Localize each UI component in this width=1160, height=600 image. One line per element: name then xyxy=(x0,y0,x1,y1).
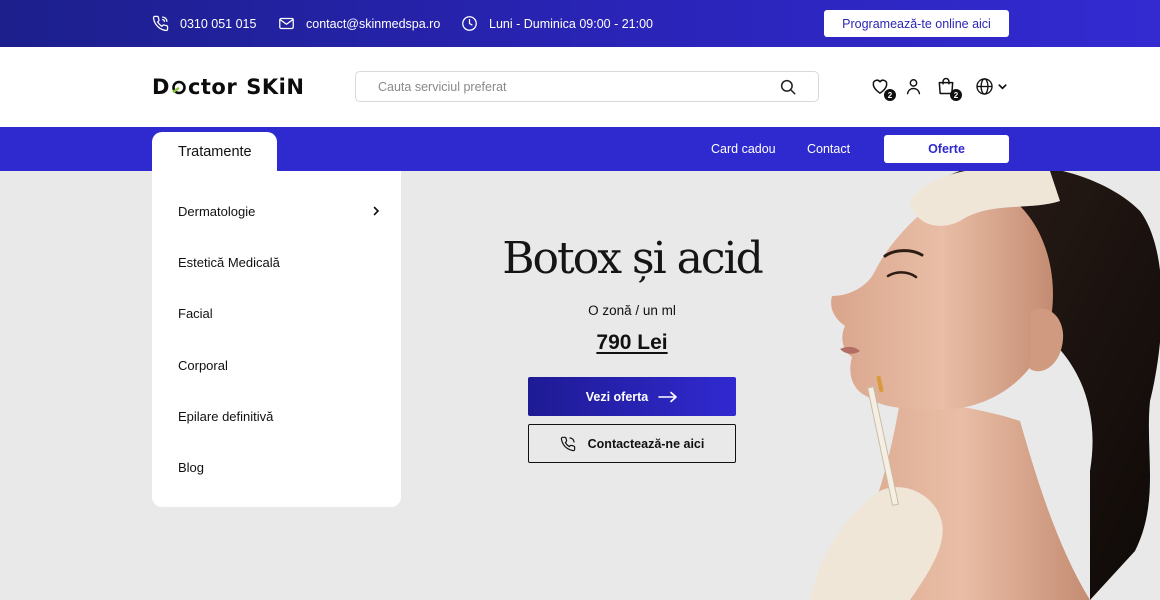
logo-o-icon xyxy=(172,80,186,95)
view-offer-label: Vezi oferta xyxy=(585,389,649,404)
logo-skin: SKiN xyxy=(246,75,305,99)
logo-word-part: ctor xyxy=(187,75,238,99)
main-nav: Tratamente Card cadou Contact Oferte xyxy=(0,127,1160,171)
nav-link-card-cadou[interactable]: Card cadou xyxy=(711,127,776,171)
hero-subtitle: O zonă / un ml xyxy=(588,303,676,318)
menu-item-epilare-definitiva[interactable]: Epilare definitivă xyxy=(178,404,388,428)
menu-item-label: Facial xyxy=(178,305,213,321)
site-header: D ctor SKiN 2 2 xyxy=(0,47,1160,127)
menu-item-estetica-medicala[interactable]: Estetică Medicală xyxy=(178,250,388,274)
search-box xyxy=(355,71,819,102)
topbar-phone[interactable]: 0310 051 015 xyxy=(152,0,256,47)
contact-us-button[interactable]: Contactează-ne aici xyxy=(528,424,736,463)
clock-icon xyxy=(462,16,477,31)
menu-item-blog[interactable]: Blog xyxy=(178,455,388,479)
phone-icon xyxy=(152,15,169,32)
cart-button[interactable]: 2 xyxy=(935,75,962,101)
topbar-email-text: contact@skinmedspa.ro xyxy=(306,16,441,31)
menu-item-label: Blog xyxy=(178,459,205,475)
logo-letter-d: D xyxy=(152,75,170,99)
view-offer-button[interactable]: Vezi oferta xyxy=(528,377,736,416)
user-icon xyxy=(906,78,920,94)
arrow-right-icon xyxy=(658,391,678,402)
price-value: 790 Lei xyxy=(596,331,668,354)
offers-button[interactable]: Oferte xyxy=(884,135,1009,163)
menu-item-corporal[interactable]: Corporal xyxy=(178,353,388,377)
chevron-down-icon xyxy=(998,83,1007,90)
search-input[interactable] xyxy=(378,78,768,96)
menu-item-label: Dermatologie xyxy=(178,203,256,219)
hero-section: Dermatologie Estetică Medicală Facial Co… xyxy=(0,171,1160,600)
wishlist-count-badge: 2 xyxy=(884,89,896,101)
book-online-button[interactable]: Programează-te online aici xyxy=(824,10,1009,37)
hero-price: 790 Lei xyxy=(432,331,832,355)
nav-link-contact[interactable]: Contact xyxy=(807,127,850,171)
menu-item-label: Epilare definitivă xyxy=(178,408,274,424)
wishlist-button[interactable]: 2 xyxy=(869,75,896,101)
topbar-hours: Luni - Duminica 09:00 - 21:00 xyxy=(461,0,653,47)
chevron-right-icon xyxy=(373,206,380,216)
language-selector[interactable] xyxy=(975,75,1009,97)
hero-photo xyxy=(810,171,1160,600)
contact-us-label: Contactează-ne aici xyxy=(587,436,705,451)
topbar-email[interactable]: contact@skinmedspa.ro xyxy=(278,0,440,47)
search-icon[interactable] xyxy=(779,78,797,96)
topbar-hours-text: Luni - Duminica 09:00 - 21:00 xyxy=(489,16,653,31)
cart-count-badge: 2 xyxy=(950,89,962,101)
treatments-dropdown-menu: Dermatologie Estetică Medicală Facial Co… xyxy=(152,171,401,507)
menu-item-dermatologie[interactable]: Dermatologie xyxy=(178,199,388,223)
account-button[interactable] xyxy=(902,75,924,97)
hero-title: Botox și acid xyxy=(502,233,764,284)
phone-icon xyxy=(560,436,575,451)
menu-item-label: Corporal xyxy=(178,357,228,373)
mail-icon xyxy=(279,17,294,30)
tab-tratamente[interactable]: Tratamente xyxy=(152,132,277,171)
globe-icon xyxy=(976,77,993,95)
topbar-phone-text: 0310 051 015 xyxy=(180,16,257,31)
logo[interactable]: D ctor SKiN xyxy=(152,73,304,101)
menu-item-label: Estetică Medicală xyxy=(178,254,280,270)
top-contact-bar: 0310 051 015 contact@skinmedspa.ro Luni … xyxy=(0,0,1160,47)
menu-item-facial[interactable]: Facial xyxy=(178,301,388,325)
